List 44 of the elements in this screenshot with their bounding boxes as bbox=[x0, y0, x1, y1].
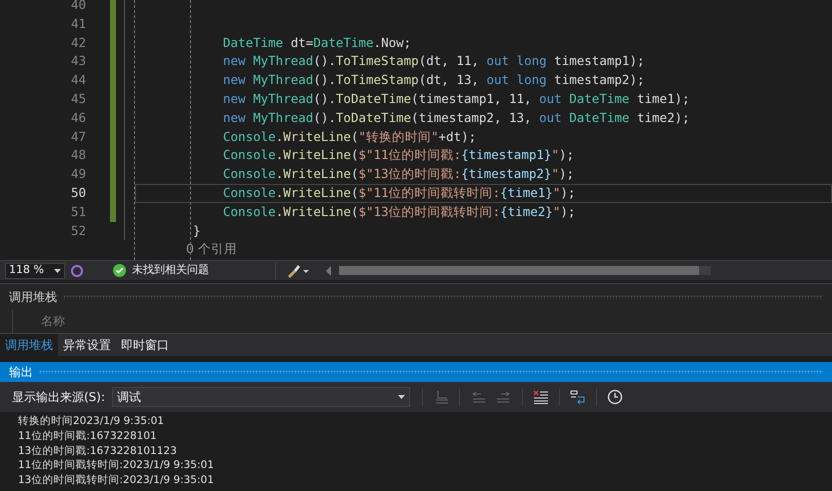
caret-icon bbox=[398, 395, 406, 399]
line-number: 50 bbox=[70, 184, 87, 202]
line-number: 40 bbox=[70, 0, 87, 14]
line-number: 49 bbox=[70, 165, 87, 184]
zoom-dropdown[interactable]: 118 % bbox=[5, 262, 65, 278]
check-icon bbox=[113, 264, 126, 277]
line-number: 51 bbox=[70, 202, 87, 221]
panel-tab[interactable]: 调用堆栈 bbox=[0, 334, 58, 356]
panel-title: 调用堆栈 bbox=[9, 289, 57, 306]
code-line: new MyThread().ToTimeStamp(dt, 13, out long timestamp2); bbox=[223, 72, 644, 88]
code-line: Console.WriteLine($"13位的时间戳:{timestamp2}"); bbox=[223, 166, 574, 182]
horizontal-scrollbar[interactable] bbox=[339, 266, 711, 275]
line-number: 44 bbox=[70, 71, 87, 90]
panel-tab[interactable]: 异常设置 bbox=[58, 334, 116, 356]
line-number: 41 bbox=[70, 14, 87, 33]
code-line: DateTime dt=DateTime.Now; bbox=[223, 34, 412, 50]
output-line: 转换的时间2023/1/9 9:35:01 bbox=[18, 414, 165, 429]
panel-tab[interactable]: 即时窗口 bbox=[116, 334, 174, 356]
code-line: Console.WriteLine("转换的时间"+dt); bbox=[223, 128, 476, 144]
output-line: 11位的时间戳:1673228101 bbox=[18, 428, 158, 444]
code-line: Console.WriteLine($"13位的时间戳转时间:{time2}"); bbox=[223, 204, 576, 219]
code-line: Console.WriteLine($"11位的时间戳:{timestamp1}"); bbox=[223, 147, 574, 162]
code-line: new MyThread().ToDateTime(timestamp2, 13, out DateTime time2); bbox=[223, 110, 690, 125]
caret-icon bbox=[54, 268, 61, 272]
line-number: 47 bbox=[70, 128, 87, 146]
line-number: 45 bbox=[70, 90, 87, 108]
code-line: } bbox=[193, 222, 201, 238]
line-number: 43 bbox=[70, 52, 87, 70]
code-line: Console.WriteLine($"11位的时间戳转时间:{time1}"); bbox=[223, 184, 576, 200]
line-number: 52 bbox=[70, 222, 87, 240]
panel-title: 输出 bbox=[9, 364, 33, 381]
output-line: 11位的时间戳转时间:2023/1/9 9:35:01 bbox=[18, 458, 215, 474]
scroll-left-icon[interactable] bbox=[325, 266, 333, 276]
code-line: new MyThread().ToDateTime(timestamp1, 11, out DateTime time1); bbox=[223, 90, 690, 106]
code-line: new MyThread().ToTimeStamp(dt, 11, out long timestamp1); bbox=[223, 53, 644, 68]
line-number: 42 bbox=[70, 34, 87, 52]
column-header[interactable]: 名称 bbox=[41, 314, 65, 328]
output-line: 13位的时间戳转时间:2023/1/9 9:35:01 bbox=[18, 473, 215, 488]
source-label: 显示输出来源(S): bbox=[12, 389, 106, 406]
source-dropdown[interactable]: 调试 bbox=[112, 387, 410, 407]
output-line: 13位的时间戳:1673228101123 bbox=[18, 444, 178, 458]
issues-status[interactable]: 未找到相关问题 bbox=[132, 262, 209, 279]
line-number: 46 bbox=[70, 108, 87, 127]
line-number: 48 bbox=[70, 146, 87, 164]
